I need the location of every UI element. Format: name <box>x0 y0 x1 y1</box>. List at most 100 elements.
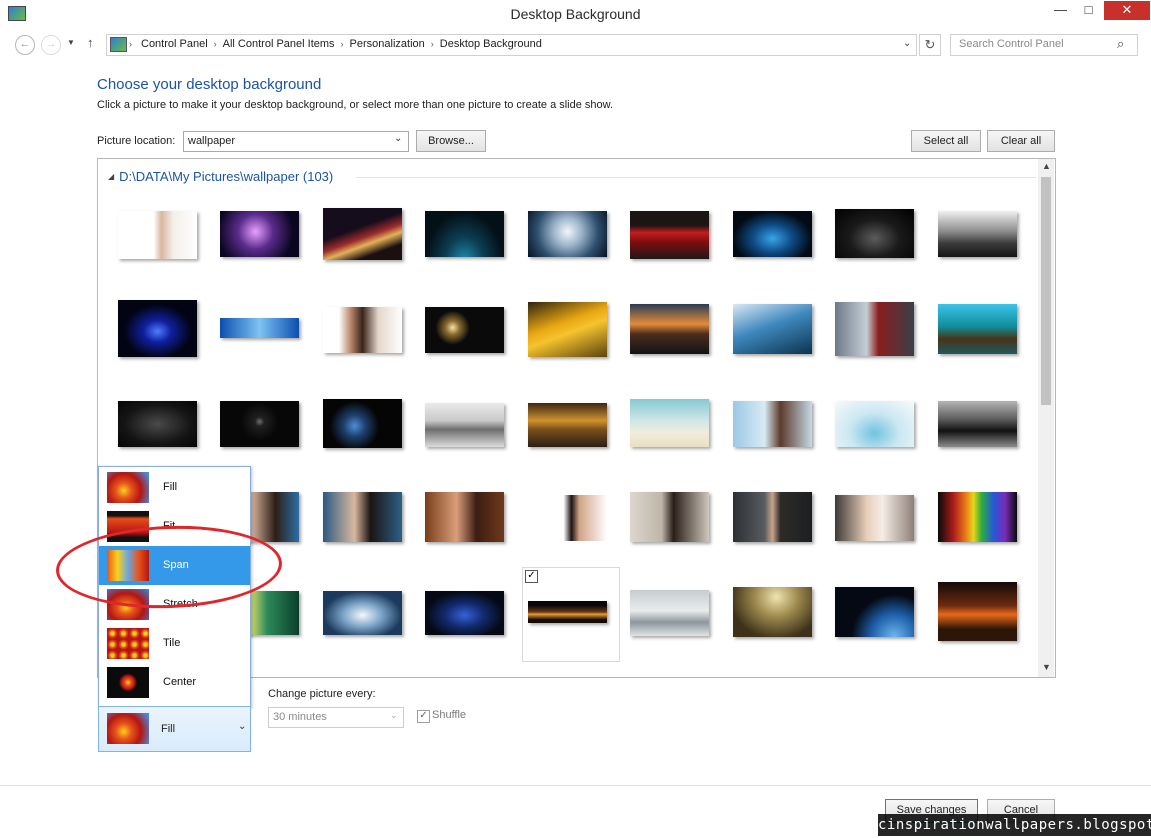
browse-button[interactable]: Browse... <box>416 130 486 152</box>
wallpaper-thumbnail[interactable] <box>938 211 1017 257</box>
minimize-button[interactable]: — <box>1047 0 1074 21</box>
wallpaper-thumbnail[interactable] <box>938 304 1017 354</box>
wallpaper-thumbnail[interactable] <box>323 591 402 635</box>
wallpaper-thumbnail[interactable] <box>835 401 914 447</box>
select-all-button[interactable]: Select all <box>911 130 981 152</box>
breadcrumb-control-panel[interactable]: Control Panel <box>141 38 208 50</box>
tile-preview-icon <box>107 628 149 659</box>
wallpaper-thumbnail[interactable] <box>733 211 812 257</box>
picture-location-value: wallpaper <box>188 135 236 147</box>
wallpaper-thumbnail[interactable] <box>528 403 607 447</box>
wallpaper-thumbnail[interactable] <box>630 304 709 354</box>
breadcrumb: Control Panel › All Control Panel Items › Pe… <box>141 38 542 50</box>
collapse-triangle-icon[interactable]: ◢ <box>108 172 114 181</box>
up-arrow-icon[interactable]: ↑ <box>87 35 94 50</box>
wallpaper-thumbnail[interactable] <box>835 302 914 356</box>
position-option-label: Tile <box>163 637 181 649</box>
change-interval-select[interactable]: 30 minutes ⌄ <box>268 707 404 728</box>
refresh-button[interactable]: ↻ <box>919 34 941 56</box>
wallpaper-thumbnail[interactable] <box>220 318 299 338</box>
wallpaper-thumbnail[interactable] <box>528 302 607 357</box>
shuffle-checkbox[interactable]: ✓ <box>417 710 430 723</box>
change-picture-label: Change picture every: <box>268 688 376 700</box>
page-title: Choose your desktop background <box>97 76 322 93</box>
wallpaper-thumbnail[interactable] <box>425 211 504 257</box>
watermark: cinspirationwallpapers.blogspot.com <box>878 814 1151 836</box>
wallpaper-thumbnail[interactable] <box>733 304 812 354</box>
group-header-path: D:\DATA\My Pictures\wallpaper (103) <box>119 169 334 184</box>
position-option-fill[interactable]: Fill <box>99 468 250 507</box>
wallpaper-thumbnail[interactable] <box>528 211 607 257</box>
wallpaper-thumbnail[interactable] <box>220 211 299 257</box>
page-description: Click a picture to make it your desktop … <box>97 99 614 111</box>
chevron-down-icon: ⌄ <box>390 710 398 720</box>
position-option-tile[interactable]: Tile <box>99 624 250 663</box>
forward-button[interactable]: → <box>41 35 61 55</box>
fill-preview-icon <box>107 713 149 744</box>
wallpaper-thumbnail[interactable] <box>733 492 812 542</box>
wallpaper-thumbnail[interactable] <box>323 307 402 353</box>
wallpaper-thumbnail[interactable] <box>630 590 709 636</box>
wallpaper-thumbnail[interactable] <box>733 587 812 637</box>
scrollbar-thumb[interactable] <box>1041 177 1051 405</box>
group-divider <box>356 177 1036 178</box>
wallpaper-thumbnail[interactable] <box>425 591 504 635</box>
wallpaper-thumbnail[interactable] <box>528 495 607 541</box>
wallpaper-thumbnail[interactable] <box>835 587 914 637</box>
breadcrumb-all-items[interactable]: All Control Panel Items <box>223 38 335 50</box>
maximize-button[interactable]: □ <box>1075 0 1102 21</box>
wallpaper-thumbnail[interactable] <box>938 492 1017 542</box>
wallpaper-thumbnail[interactable] <box>323 208 402 260</box>
wallpaper-thumbnail[interactable] <box>938 582 1017 641</box>
fill-preview-icon <box>107 472 149 503</box>
center-preview-icon <box>107 667 149 698</box>
picture-position-value: Fill <box>161 723 176 735</box>
window-title: Desktop Background <box>510 6 641 22</box>
wallpaper-thumbnail[interactable] <box>528 601 607 623</box>
breadcrumb-desktop-background[interactable]: Desktop Background <box>440 38 542 50</box>
back-button[interactable]: ← <box>15 35 35 55</box>
picture-position-select[interactable]: Fill ⌄ <box>98 706 251 752</box>
wallpaper-thumbnail[interactable] <box>323 492 402 542</box>
wallpaper-thumbnail[interactable] <box>630 211 709 259</box>
search-input[interactable]: Search Control Panel <box>959 38 1064 50</box>
wallpaper-thumbnail[interactable] <box>425 403 504 447</box>
recent-locations-chevron-icon[interactable]: ▼ <box>67 38 75 47</box>
scroll-down-icon[interactable]: ▼ <box>1042 662 1051 672</box>
wallpaper-thumbnail[interactable] <box>630 492 709 542</box>
control-panel-icon <box>110 37 127 52</box>
wallpaper-thumbnail[interactable] <box>938 401 1017 447</box>
gallery-scrollbar[interactable]: ▲ ▼ <box>1038 159 1054 677</box>
title-bar: Desktop Background — □ ✕ <box>0 0 1151 30</box>
picture-location-select[interactable]: wallpaper ⌄ <box>183 131 409 152</box>
wallpaper-thumbnail[interactable] <box>118 300 197 357</box>
address-bar[interactable]: › Control Panel › All Control Panel Items ›… <box>106 34 917 56</box>
position-option-label: Fill <box>163 481 178 493</box>
picture-location-label: Picture location: <box>97 135 176 147</box>
wallpaper-checkbox[interactable]: ✓ <box>525 570 538 583</box>
chevron-down-icon: ⌄ <box>394 133 403 144</box>
address-dropdown-chevron-icon[interactable]: ⌄ <box>903 38 911 49</box>
wallpaper-thumbnail[interactable] <box>118 211 197 259</box>
wallpaper-thumbnail[interactable] <box>118 401 197 447</box>
change-interval-value: 30 minutes <box>273 711 327 723</box>
close-button[interactable]: ✕ <box>1104 1 1150 20</box>
wallpaper-thumbnail[interactable] <box>835 495 914 541</box>
scroll-up-icon[interactable]: ▲ <box>1042 161 1051 171</box>
wallpaper-thumbnail[interactable] <box>835 209 914 258</box>
search-icon[interactable]: ⌕ <box>1117 36 1124 52</box>
wallpaper-thumbnail[interactable] <box>630 399 709 447</box>
wallpaper-thumbnail[interactable] <box>733 401 812 447</box>
position-option-center[interactable]: Center <box>99 663 250 702</box>
position-option-label: Center <box>163 676 197 688</box>
wallpaper-thumbnail[interactable] <box>220 401 299 447</box>
search-box[interactable]: Search Control Panel ⌕ <box>950 34 1138 56</box>
wallpaper-thumbnail[interactable] <box>425 307 504 353</box>
group-header[interactable]: ◢ D:\DATA\My Pictures\wallpaper (103) <box>108 169 333 184</box>
clear-all-button[interactable]: Clear all <box>987 130 1055 152</box>
wallpaper-thumbnail[interactable] <box>425 492 504 542</box>
shuffle-label[interactable]: Shuffle <box>432 709 466 721</box>
wallpaper-thumbnail[interactable] <box>323 399 402 448</box>
breadcrumb-personalization[interactable]: Personalization <box>350 38 425 50</box>
footer-divider <box>0 785 1151 786</box>
